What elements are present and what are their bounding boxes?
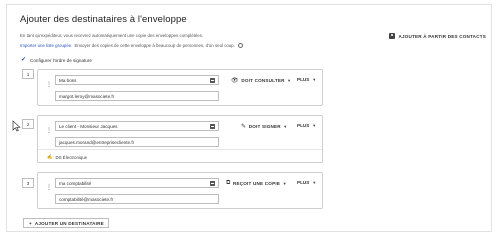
delete-recipient-icon[interactable]: [318, 72, 321, 81]
add-recipient-label: AJOUTER UN DESTINATAIRE: [34, 220, 104, 226]
recipient-email-field[interactable]: jacques.morand@entreprisecliente.fr: [55, 137, 219, 147]
contacts-icon: [389, 33, 396, 39]
drag-handle-icon[interactable]: ⋮: [46, 185, 52, 196]
pen-icon: ✎: [241, 124, 247, 130]
recipient-name-field[interactable]: Ma boss: [55, 75, 219, 85]
role-label: REÇOIT UNE COPIE: [232, 181, 281, 186]
more-label: PLUS: [297, 180, 310, 185]
recipient-name-value: ma comptabilité: [59, 180, 92, 186]
chevron-down-icon: ▼: [312, 77, 317, 82]
more-label: PLUS: [297, 123, 310, 128]
add-from-contacts-button[interactable]: AJOUTER À PARTIR DES CONTACTS: [389, 33, 486, 39]
role-dropdown[interactable]: ⧉ REÇOIT UNE COPIE ▼: [226, 180, 287, 187]
eye-icon: 👁: [231, 78, 239, 84]
recipient-email-value: comptabilité@masociete.fr: [59, 196, 114, 202]
add-recipient-button[interactable]: + AJOUTER UN DESTINATAIRE: [23, 218, 109, 228]
import-bulk-link[interactable]: Importer une liste groupée.: [20, 43, 72, 48]
copy-icon: ⧉: [226, 180, 231, 186]
recipient-email-field[interactable]: comptabilité@masociete.fr: [55, 194, 219, 204]
recipient-order-input[interactable]: 3: [22, 178, 34, 188]
contact-card-icon[interactable]: [210, 78, 215, 83]
info-icon[interactable]: [237, 43, 243, 48]
recipient-name-field[interactable]: Le client - Monsieur Jacques: [55, 121, 219, 131]
signature-pen-icon: ✍: [47, 154, 53, 159]
checkmark-icon[interactable]: ✔: [21, 57, 26, 63]
chevron-down-icon: ▼: [282, 181, 287, 186]
chevron-down-icon: ▼: [312, 123, 317, 128]
contact-card-icon[interactable]: [210, 181, 215, 186]
divider: [38, 149, 322, 150]
role-label: DOIT CONSULTER: [241, 78, 285, 83]
signing-order-toggle[interactable]: ✔ Configurer l'ordre de signature: [21, 57, 92, 63]
recipient-email-field[interactable]: margot.leroy@masociete.fr: [55, 91, 219, 101]
more-options-dropdown[interactable]: PLUS ▼: [297, 77, 316, 82]
bulk-description-text: Envoyer des copies de cette enveloppe à …: [74, 43, 235, 48]
recipient-name-value: Le client - Monsieur Jacques: [59, 123, 118, 129]
recipient-order-input[interactable]: 1: [22, 69, 34, 79]
recipient-card: ⋮ ma comptabilité comptabilité@masociete…: [37, 172, 323, 209]
mouse-cursor-icon: [12, 120, 21, 132]
recipient-email-value: margot.leroy@masociete.fr: [59, 93, 115, 99]
chevron-down-icon: ▼: [287, 78, 292, 83]
contact-card-icon[interactable]: [210, 124, 215, 129]
role-dropdown[interactable]: 👁 DOIT CONSULTER ▼: [231, 77, 291, 84]
recipient-order-input[interactable]: 2: [22, 119, 34, 129]
description-text: En tant qu'expéditeur, vous recevrez aut…: [20, 33, 204, 38]
signing-order-label: Configurer l'ordre de signature: [30, 57, 92, 63]
chevron-down-icon: ▼: [283, 124, 288, 129]
recipient-name-value: Ma boss: [59, 77, 77, 83]
recipient-name-field[interactable]: ma comptabilité: [55, 178, 219, 188]
recipient-email-value: jacques.morand@entreprisecliente.fr: [59, 139, 135, 145]
drag-handle-icon[interactable]: ⋮: [46, 82, 52, 93]
signature-type-label: DS Électronique: [55, 154, 88, 160]
role-label: DOIT SIGNER: [248, 124, 281, 129]
page-title: Ajouter des destinataires à l'enveloppe: [20, 14, 187, 25]
description-bulk: Importer une liste groupée. Envoyer des …: [20, 43, 243, 48]
signature-type[interactable]: ✍ DS Électronique: [47, 154, 87, 160]
recipient-card: ⋮ Le client - Monsieur Jacques jacques.m…: [37, 115, 323, 163]
recipient-card: ⋮ Ma boss margot.leroy@masociete.fr 👁 DO…: [37, 69, 323, 106]
chevron-down-icon: ▼: [312, 180, 317, 185]
more-options-dropdown[interactable]: PLUS ▼: [297, 123, 316, 128]
add-from-contacts-label: AJOUTER À PARTIR DES CONTACTS: [398, 33, 486, 39]
drag-handle-icon[interactable]: ⋮: [46, 128, 52, 139]
add-person-icon: +: [29, 220, 32, 226]
role-dropdown[interactable]: ✎ DOIT SIGNER ▼: [241, 123, 287, 130]
more-label: PLUS: [297, 77, 310, 82]
more-options-dropdown[interactable]: PLUS ▼: [297, 180, 316, 185]
